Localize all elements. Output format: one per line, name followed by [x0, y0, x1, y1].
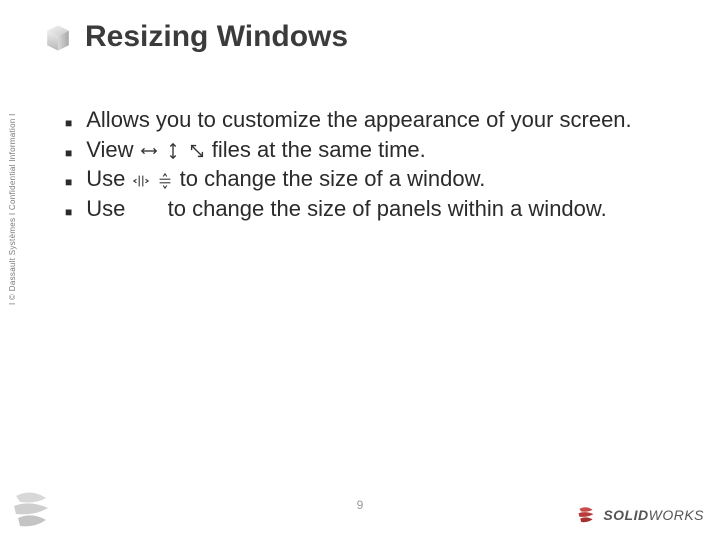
- bullet-post: files at the same time.: [212, 137, 426, 162]
- logo-text-solid: SOLID: [603, 507, 648, 523]
- logo-text-works: WORKS: [649, 507, 704, 523]
- bullet-post: to change the size of panels within a wi…: [168, 196, 607, 221]
- bullet-text: Use to change the size of a window.: [86, 164, 665, 194]
- bullet-pre: Use: [86, 196, 131, 221]
- bullet-marker-icon: ■: [65, 204, 72, 220]
- list-item: ■ Allows you to customize the appearance…: [65, 105, 665, 135]
- bullet-marker-icon: ■: [65, 145, 72, 161]
- split-vertical-icon: [156, 172, 174, 190]
- list-item: ■ View files at the same time.: [65, 135, 665, 165]
- bullet-text: View files at the same time.: [86, 135, 665, 165]
- resize-diagonal-icon: [188, 142, 206, 160]
- bullet-pre: View: [86, 137, 133, 162]
- bullet-marker-icon: ■: [65, 115, 72, 131]
- confidential-sidebar: Ι © Dassault Systèmes Ι Confidential Inf…: [8, 113, 17, 305]
- resize-vertical-icon: [164, 142, 182, 160]
- bullet-text: Allows you to customize the appearance o…: [86, 105, 665, 135]
- resize-horizontal-icon: [140, 142, 158, 160]
- list-item: ■ Use to change the size of a window.: [65, 164, 665, 194]
- solidworks-logo-text: SOLIDWORKS: [603, 507, 704, 523]
- dassault-logo-icon: [6, 486, 56, 534]
- list-item: ■ Use to change the size of panels withi…: [65, 194, 665, 224]
- bullet-pre: Use: [86, 166, 131, 191]
- slide: Ι © Dassault Systèmes Ι Confidential Inf…: [0, 0, 720, 540]
- bullet-marker-icon: ■: [65, 174, 72, 190]
- bullet-post: to change the size of a window.: [180, 166, 486, 191]
- page-title: Resizing Windows: [85, 20, 348, 54]
- cube-icon: [40, 20, 76, 56]
- split-horizontal-icon: [132, 172, 150, 190]
- bullet-text: Use to change the size of panels within …: [86, 194, 665, 224]
- solidworks-logo: SOLIDWORKS: [575, 504, 704, 526]
- bullet-list: ■ Allows you to customize the appearance…: [65, 105, 665, 224]
- solidworks-logo-icon: [575, 504, 597, 526]
